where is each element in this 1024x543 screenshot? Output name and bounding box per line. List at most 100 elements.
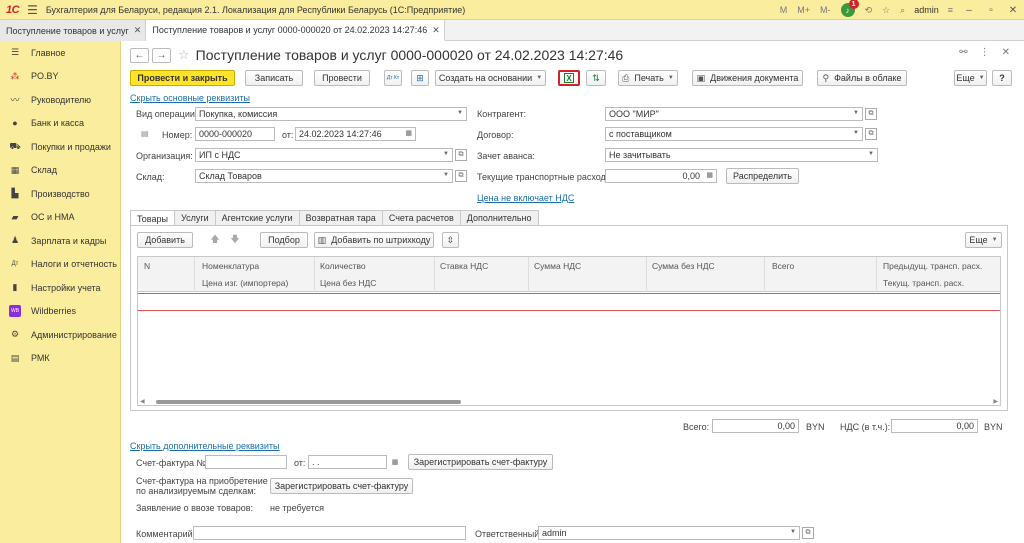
distribute-button[interactable]: Распределить <box>726 168 799 184</box>
create-based-on-button[interactable]: Создать на основании ▼ <box>435 70 546 86</box>
hide-extra-details-link[interactable]: Скрыть дополнительные реквизиты <box>130 441 280 451</box>
col-n[interactable]: N <box>144 261 150 271</box>
open-warehouse-icon[interactable]: ⧉ <box>455 170 467 182</box>
user-name[interactable]: admin <box>914 5 939 15</box>
dt-kt-button[interactable]: Дт Кт <box>384 70 402 86</box>
open-responsible-icon[interactable]: ⧉ <box>802 527 814 539</box>
sidebar-item-wildberries[interactable]: WB Wildberries <box>0 300 120 324</box>
sidebar-item-settings[interactable]: ▮ Настройки учета <box>0 276 120 300</box>
hide-main-details-link[interactable]: Скрыть основные реквизиты <box>130 93 250 103</box>
collapse-button[interactable]: ⇳ <box>442 232 459 248</box>
register-invoice-acquisition-button[interactable]: Зарегистрировать счет-фактуру <box>270 478 413 494</box>
close-window-icon[interactable]: ✕ <box>1002 5 1024 16</box>
tab-agent-services[interactable]: Агентские услуги <box>214 210 300 225</box>
col-nomenclature[interactable]: Номенклатура <box>202 261 259 271</box>
sidebar-item-main[interactable]: ☰ Главное <box>0 41 120 65</box>
load-from-file-button[interactable]: ⇅ <box>586 70 606 86</box>
tab-goods-list[interactable]: Поступление товаров и услуг ✕ <box>0 20 147 41</box>
excel-export-button[interactable]: X <box>558 70 580 86</box>
scroll-left-icon[interactable]: ◀ <box>140 398 145 405</box>
sidebar-item-admin[interactable]: ⚙ Администрирование <box>0 323 120 347</box>
back-button[interactable]: ← <box>130 47 149 63</box>
organization-select[interactable]: ИП с НДС ▼ <box>195 148 453 162</box>
link-icon[interactable]: ⚯ <box>959 47 967 58</box>
favorite-star-icon[interactable]: ☆ <box>178 47 190 63</box>
goods-table[interactable]: N Номенклатура Цена изг. (импортера) Кол… <box>137 256 1001 406</box>
memory-m-button[interactable]: M <box>775 5 793 15</box>
scroll-right-icon[interactable]: ▶ <box>993 398 998 405</box>
contract-select[interactable]: с поставщиком ▼ <box>605 127 863 141</box>
responsible-select[interactable]: admin ▼ <box>538 526 800 540</box>
memory-mminus-button[interactable]: M- <box>815 5 836 15</box>
tab-goods-document[interactable]: Поступление товаров и услуг 0000-000020 … <box>146 20 445 41</box>
col-sum-no-vat[interactable]: Сумма без НДС <box>652 261 715 271</box>
forward-button[interactable]: → <box>152 47 171 63</box>
sidebar-item-purchases[interactable]: ⛟ Покупки и продажи <box>0 135 120 159</box>
structure-button[interactable]: ⊞ <box>411 70 429 86</box>
memory-mplus-button[interactable]: M+ <box>792 5 815 15</box>
help-button[interactable]: ? <box>992 70 1012 86</box>
sidebar-item-production[interactable]: ▙ Производство <box>0 182 120 206</box>
register-invoice-button[interactable]: Зарегистрировать счет-фактуру <box>408 454 553 470</box>
col-prev-transport[interactable]: Предыдущ. трансп. расх. <box>883 261 982 271</box>
col-total[interactable]: Всего <box>772 261 794 271</box>
post-button[interactable]: Провести <box>314 70 370 86</box>
history-icon[interactable]: ⟲ <box>860 5 878 16</box>
col-quantity[interactable]: Количество <box>320 261 366 271</box>
open-contractor-icon[interactable]: ⧉ <box>865 108 877 120</box>
settings-menu-icon[interactable]: ≡ <box>943 5 958 15</box>
close-tab-icon[interactable]: ✕ <box>432 25 440 36</box>
sidebar-item-manager[interactable]: 〰 Руководителю <box>0 88 120 112</box>
col-vat-rate[interactable]: Ставка НДС <box>440 261 488 271</box>
close-tab-icon[interactable]: ✕ <box>134 25 142 36</box>
tab-settlement-accounts[interactable]: Счета расчетов <box>381 210 461 225</box>
sidebar-item-bank[interactable]: ● Банк и касса <box>0 112 120 136</box>
number-field[interactable]: 0000-000020 <box>195 127 275 141</box>
close-form-icon[interactable]: ✕ <box>1002 47 1010 58</box>
sidebar-item-poby[interactable]: ⁂ PO.BY <box>0 65 120 89</box>
hamburger-menu-icon[interactable]: ☰ <box>27 3 38 17</box>
calculator-icon[interactable]: ▦ <box>706 171 713 179</box>
pick-button[interactable]: Подбор <box>260 232 308 248</box>
operation-type-select[interactable]: Покупка, комиссия ▼ <box>195 107 467 121</box>
tab-additional[interactable]: Дополнительно <box>459 210 539 225</box>
add-row-button[interactable]: Добавить <box>137 232 193 248</box>
notifications-button[interactable]: ♪ 1 <box>840 0 859 17</box>
sidebar-item-pos[interactable]: ▤ РМК <box>0 347 120 371</box>
open-organization-icon[interactable]: ⧉ <box>455 149 467 161</box>
tab-returnable-containers[interactable]: Возвратная тара <box>298 210 383 225</box>
sidebar-item-warehouse[interactable]: ▦ Склад <box>0 159 120 183</box>
horizontal-scrollbar[interactable]: ◀ ▶ <box>140 399 998 405</box>
warehouse-select[interactable]: Склад Товаров ▼ <box>195 169 453 183</box>
col-cur-transport[interactable]: Текущ. трансп. расх. <box>883 278 964 288</box>
sidebar-item-salary[interactable]: ♟ Зарплата и кадры <box>0 229 120 253</box>
move-up-icon[interactable]: 🡅 <box>205 232 225 248</box>
col-importer-price[interactable]: Цена изг. (импортера) <box>202 278 288 288</box>
comment-field[interactable] <box>193 526 466 540</box>
open-contract-icon[interactable]: ⧉ <box>865 128 877 140</box>
tab-services[interactable]: Услуги <box>173 210 216 225</box>
table-row-new[interactable] <box>138 293 1000 311</box>
advance-offset-select[interactable]: Не зачитывать ▼ <box>605 148 878 162</box>
save-button[interactable]: Записать <box>245 70 303 86</box>
tab-goods[interactable]: Товары <box>130 210 175 226</box>
transport-costs-field[interactable]: 0,00 ▦ <box>605 169 717 183</box>
sidebar-item-fixed-assets[interactable]: ▰ ОС и НМА <box>0 206 120 230</box>
document-movements-button[interactable]: ▣ Движения документа <box>692 70 803 86</box>
calendar-icon[interactable]: ▦ <box>405 129 412 137</box>
move-down-icon[interactable]: 🡇 <box>225 232 245 248</box>
goods-more-button[interactable]: Еще ▼ <box>965 232 1002 248</box>
invoice-number-field[interactable] <box>205 455 287 469</box>
post-and-close-button[interactable]: Провести и закрыть <box>130 70 235 86</box>
invoice-date-field[interactable]: . . <box>308 455 387 469</box>
calendar-icon[interactable]: ▦ <box>389 456 401 468</box>
contractor-select[interactable]: ООО "МИР" ▼ <box>605 107 863 121</box>
search-icon[interactable]: ⌕ <box>895 5 910 16</box>
cloud-files-button[interactable]: ⚲ Файлы в облаке <box>817 70 907 86</box>
sidebar-item-taxes[interactable]: Дт Налоги и отчетность <box>0 253 120 277</box>
favorites-star-icon[interactable]: ☆ <box>877 5 895 16</box>
date-field[interactable]: 24.02.2023 14:27:46 ▦ <box>295 127 416 141</box>
col-vat-sum[interactable]: Сумма НДС <box>534 261 581 271</box>
more-vertical-icon[interactable]: ⋮ <box>980 47 990 58</box>
add-by-barcode-button[interactable]: ▥ Добавить по штрихкоду <box>314 232 434 248</box>
